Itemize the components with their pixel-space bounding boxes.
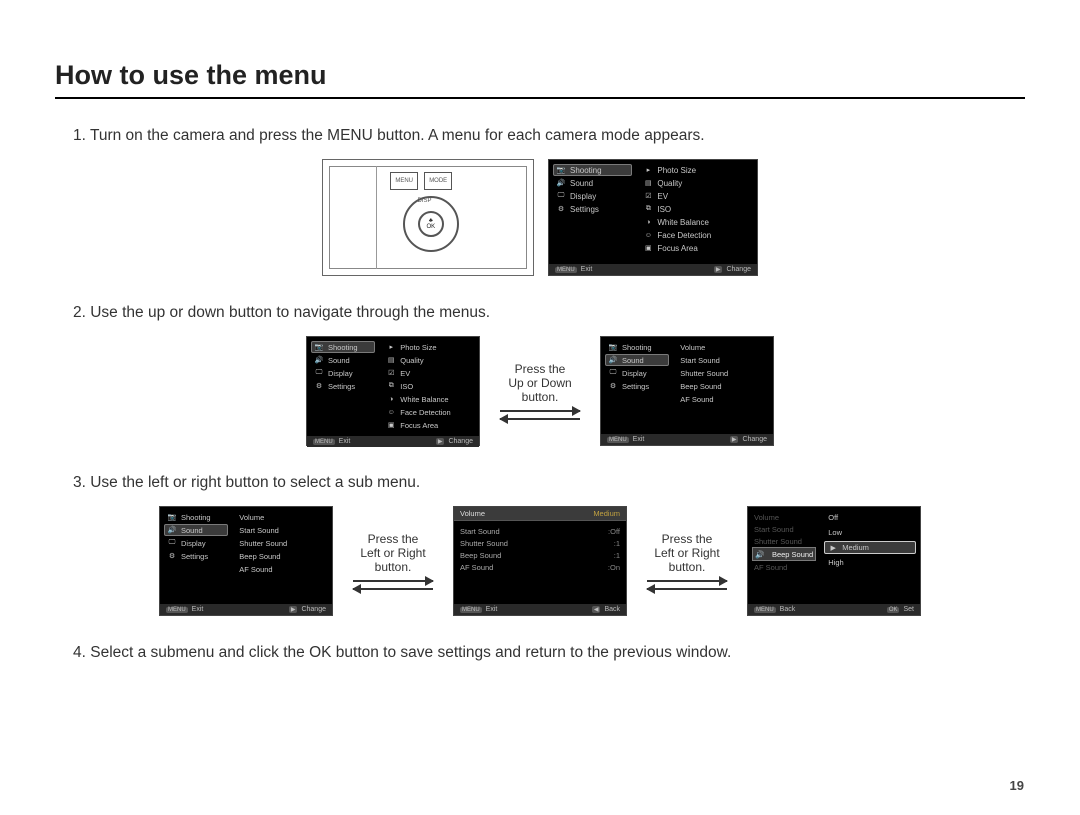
- sub-face: ☺Face Detection: [640, 229, 753, 241]
- gear-icon: ⚙: [556, 205, 566, 213]
- tab-settings: ⚙Settings: [553, 203, 632, 215]
- dpad-icon: ♣ OK: [403, 196, 459, 252]
- step-1-text: 1. Turn on the camera and press the MENU…: [73, 127, 1025, 145]
- page-title: How to use the menu: [55, 60, 1025, 99]
- speaker-icon: 🔊: [556, 179, 566, 187]
- menu-button-label: MENU: [390, 172, 418, 190]
- tab-shooting: 📷Shooting: [553, 164, 632, 176]
- page-number: 19: [1010, 778, 1024, 793]
- option-high: High: [824, 556, 916, 569]
- option-off: Off: [824, 511, 916, 524]
- sub-af-sound: AF Sound: [677, 393, 769, 405]
- sub-quality: ▤Quality: [640, 177, 753, 189]
- display-icon: 🖵: [556, 192, 566, 200]
- lcd-screen-step2-left: 📷Shooting 🔊Sound 🖵Display ⚙Settings ▸Pho…: [306, 336, 480, 446]
- step-1-row: MENU MODE DISP ♣ OK 📷Shooting 🔊Sound 🖵Di…: [55, 159, 1025, 276]
- step-2-text: 2. Use the up or down button to navigate…: [73, 304, 1025, 322]
- lcd-footer: MENUExit ▶Change: [549, 264, 757, 275]
- tab-display: 🖵Display: [553, 190, 632, 202]
- lcd-screen-shooting: 📷Shooting 🔊Sound 🖵Display ⚙Settings ▸Pho…: [548, 159, 758, 276]
- guide-leftright-b: Press the Left or Right button.: [641, 532, 733, 590]
- ok-button-label: ♣ OK: [418, 211, 444, 237]
- step-3-text: 3. Use the left or right button to selec…: [73, 474, 1025, 492]
- mode-button-label: MODE: [424, 172, 452, 190]
- lcd-screen-step3-b: Volume Medium Start Sound:Off Shutter So…: [453, 506, 627, 616]
- lcd-screen-step3-a: 📷Shooting 🔊Sound 🖵Display ⚙Settings Volu…: [159, 506, 333, 616]
- option-medium: ▶Medium: [824, 541, 916, 554]
- sub-ev: ☑EV: [640, 190, 753, 202]
- camera-drawing: MENU MODE DISP ♣ OK: [322, 159, 534, 276]
- sub-beep-sound: Beep Sound: [677, 380, 769, 392]
- step-4-text: 4. Select a submenu and click the OK but…: [73, 644, 1025, 662]
- camera-icon: 📷: [556, 166, 566, 174]
- sub-volume: Volume: [677, 341, 769, 353]
- step-3-row: 📷Shooting 🔊Sound 🖵Display ⚙Settings Volu…: [55, 506, 1025, 616]
- guide-updown: Press the Up or Down button.: [494, 362, 586, 420]
- guide-leftright-a: Press the Left or Right button.: [347, 532, 439, 590]
- option-low: Low: [824, 526, 916, 539]
- lcd-header-volume: Volume Medium: [454, 507, 626, 521]
- step-2-row: 📷Shooting 🔊Sound 🖵Display ⚙Settings ▸Pho…: [55, 336, 1025, 446]
- arrows-icon: [494, 410, 586, 420]
- sub-iso: ⧉ISO: [640, 203, 753, 215]
- lcd-screen-step3-c: Volume Start Sound Shutter Sound 🔊Beep S…: [747, 506, 921, 616]
- lcd-screen-step2-right: 📷Shooting 🔊Sound 🖵Display ⚙Settings Volu…: [600, 336, 774, 446]
- sub-start-sound: Start Sound: [677, 354, 769, 366]
- sub-shutter-sound: Shutter Sound: [677, 367, 769, 379]
- sub-wb: ◑White Balance: [640, 216, 753, 228]
- sub-focus: ▣Focus Area: [640, 242, 753, 254]
- tab-sound: 🔊Sound: [553, 177, 632, 189]
- sub-photo-size: ▸Photo Size: [640, 164, 753, 176]
- speaker-icon: 🔊: [755, 550, 764, 559]
